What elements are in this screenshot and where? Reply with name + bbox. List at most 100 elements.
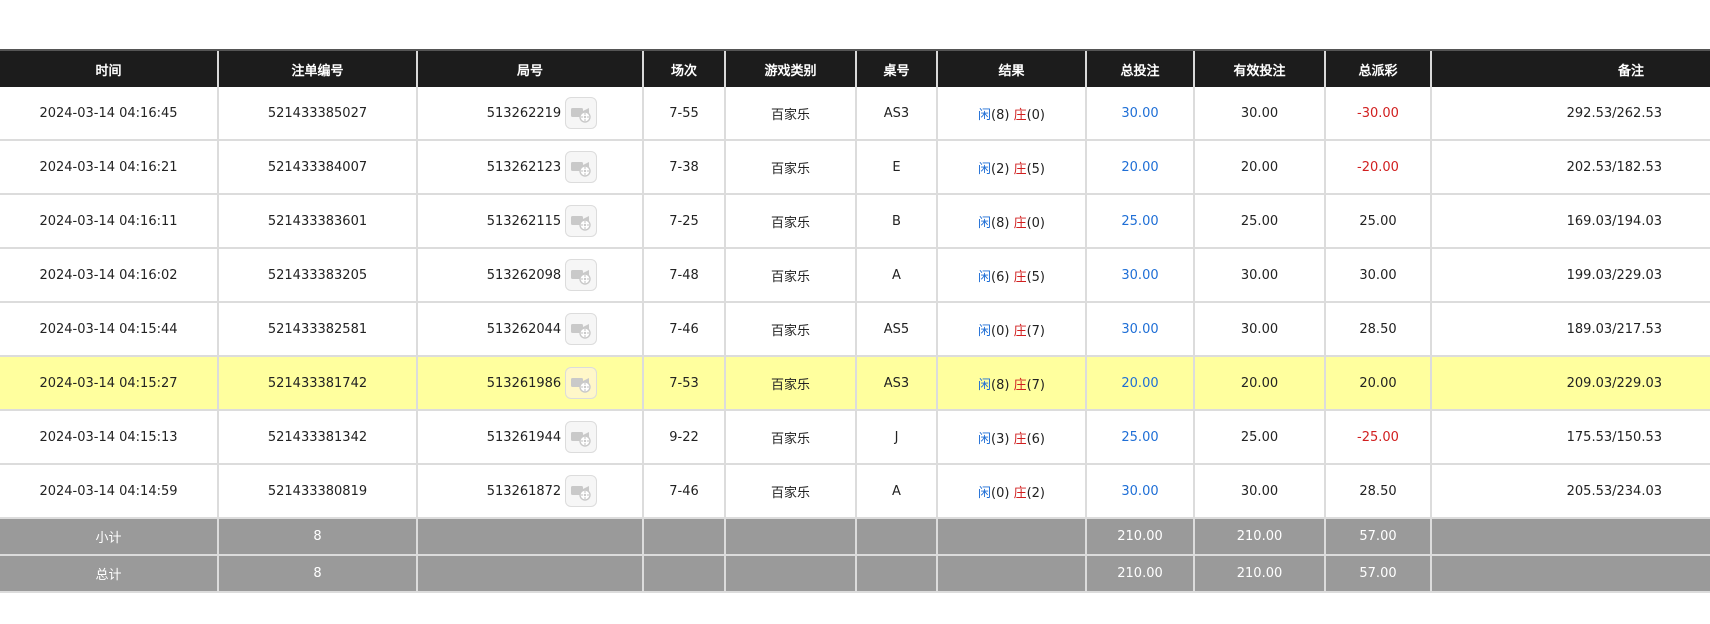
result-banker-score: (2) bbox=[1026, 485, 1045, 501]
cell-game-type: 百家乐 bbox=[724, 410, 856, 465]
result-player-score: (6) bbox=[991, 269, 1010, 285]
cell-table-no: AS3 bbox=[855, 356, 937, 411]
result-banker-label: 庄 bbox=[1013, 107, 1027, 123]
video-camera-icon[interactable] bbox=[565, 313, 598, 345]
header-round-id: 局号 bbox=[416, 49, 643, 87]
cell-result: 闲(8) 庄(7) bbox=[936, 356, 1086, 411]
header-game-type: 游戏类别 bbox=[724, 49, 856, 87]
cell-game-type: 百家乐 bbox=[724, 140, 856, 195]
table-row: 2024-03-14 04:14:59 521433380819 5132618… bbox=[0, 464, 1710, 519]
result-banker-label: 庄 bbox=[1013, 377, 1027, 393]
result-banker-score: (7) bbox=[1026, 377, 1045, 393]
result-player-score: (0) bbox=[991, 323, 1010, 339]
cell-shoe: 9-22 bbox=[642, 410, 725, 465]
cell-remark: 292.53/262.53 bbox=[1430, 87, 1710, 141]
cell-table-no: E bbox=[855, 140, 937, 195]
round-id-text: 513262098 bbox=[486, 267, 562, 283]
result-banker-label: 庄 bbox=[1013, 161, 1027, 177]
round-id-text: 513262044 bbox=[486, 321, 562, 337]
result-player-score: (8) bbox=[991, 215, 1010, 231]
cell-remark: 169.03/194.03 bbox=[1430, 194, 1710, 249]
header-table-no: 桌号 bbox=[855, 49, 937, 87]
grandtotal-row: 总计 8 210.00 210.00 57.00 bbox=[0, 555, 1710, 593]
cell-total-bet: 20.00 bbox=[1085, 356, 1194, 411]
table-row: 2024-03-14 04:16:11 521433383601 5132621… bbox=[0, 194, 1710, 249]
cell-table-no: AS5 bbox=[855, 302, 937, 357]
cell-remark: 189.03/217.53 bbox=[1430, 302, 1710, 357]
subtotal-label: 小计 bbox=[0, 518, 218, 556]
video-camera-icon[interactable] bbox=[565, 205, 598, 237]
cell-bet-id: 521433381342 bbox=[217, 410, 417, 465]
header-shoe: 场次 bbox=[642, 49, 725, 87]
video-camera-icon[interactable] bbox=[565, 97, 598, 129]
cell-total-bet: 30.00 bbox=[1085, 87, 1194, 141]
header-valid-bet: 有效投注 bbox=[1193, 49, 1325, 87]
subtotal-payout: 57.00 bbox=[1324, 518, 1431, 556]
header-result: 结果 bbox=[936, 49, 1086, 87]
result-banker-score: (0) bbox=[1026, 107, 1045, 123]
cell-bet-id: 521433381742 bbox=[217, 356, 417, 411]
video-camera-icon[interactable] bbox=[565, 367, 598, 399]
cell-valid-bet: 30.00 bbox=[1193, 248, 1325, 303]
subtotal-valid-bet: 210.00 bbox=[1193, 518, 1325, 556]
table-row: 2024-03-14 04:16:45 521433385027 5132622… bbox=[0, 87, 1710, 141]
grandtotal-empty bbox=[855, 555, 937, 593]
round-id-text: 513261872 bbox=[486, 483, 562, 499]
result-banker-score: (5) bbox=[1026, 269, 1045, 285]
cell-remark: 202.53/182.53 bbox=[1430, 140, 1710, 195]
table-row: 2024-03-14 04:15:13 521433381342 5132619… bbox=[0, 410, 1710, 465]
round-id-text: 513262123 bbox=[486, 159, 562, 175]
cell-bet-id: 521433385027 bbox=[217, 87, 417, 141]
cell-round-id: 513261986 bbox=[416, 356, 643, 411]
cell-total-bet: 25.00 bbox=[1085, 194, 1194, 249]
table-row: 2024-03-14 04:15:27 521433381742 5132619… bbox=[0, 356, 1710, 411]
grandtotal-empty bbox=[936, 555, 1086, 593]
result-banker-label: 庄 bbox=[1013, 269, 1027, 285]
result-player-label: 闲 bbox=[977, 485, 991, 501]
cell-payout: 20.00 bbox=[1324, 356, 1431, 411]
cell-remark: 205.53/234.03 bbox=[1430, 464, 1710, 519]
cell-time: 2024-03-14 04:14:59 bbox=[0, 464, 218, 519]
round-id-text: 513261986 bbox=[486, 375, 562, 391]
grandtotal-empty bbox=[642, 555, 725, 593]
cell-time: 2024-03-14 04:16:21 bbox=[0, 140, 218, 195]
subtotal-empty bbox=[642, 518, 725, 556]
result-player-label: 闲 bbox=[977, 323, 991, 339]
video-camera-icon[interactable] bbox=[565, 259, 598, 291]
cell-game-type: 百家乐 bbox=[724, 302, 856, 357]
cell-total-bet: 30.00 bbox=[1085, 248, 1194, 303]
result-player-label: 闲 bbox=[977, 431, 991, 447]
cell-payout: -25.00 bbox=[1324, 410, 1431, 465]
cell-round-id: 513262044 bbox=[416, 302, 643, 357]
video-camera-icon[interactable] bbox=[565, 421, 598, 453]
cell-total-bet: 25.00 bbox=[1085, 410, 1194, 465]
result-player-label: 闲 bbox=[977, 269, 991, 285]
cell-result: 闲(0) 庄(2) bbox=[936, 464, 1086, 519]
cell-result: 闲(0) 庄(7) bbox=[936, 302, 1086, 357]
cell-result: 闲(3) 庄(6) bbox=[936, 410, 1086, 465]
cell-valid-bet: 25.00 bbox=[1193, 410, 1325, 465]
grandtotal-empty bbox=[1430, 555, 1710, 593]
cell-table-no: J bbox=[855, 410, 937, 465]
cell-result: 闲(8) 庄(0) bbox=[936, 87, 1086, 141]
grandtotal-payout: 57.00 bbox=[1324, 555, 1431, 593]
cell-total-bet: 30.00 bbox=[1085, 302, 1194, 357]
cell-total-bet: 30.00 bbox=[1085, 464, 1194, 519]
subtotal-empty bbox=[1430, 518, 1710, 556]
cell-payout: 28.50 bbox=[1324, 302, 1431, 357]
cell-bet-id: 521433383601 bbox=[217, 194, 417, 249]
header-bet-id: 注单编号 bbox=[217, 49, 417, 87]
cell-table-no: A bbox=[855, 464, 937, 519]
cell-payout: 25.00 bbox=[1324, 194, 1431, 249]
cell-table-no: B bbox=[855, 194, 937, 249]
cell-valid-bet: 30.00 bbox=[1193, 302, 1325, 357]
video-camera-icon[interactable] bbox=[565, 475, 598, 507]
cell-remark: 199.03/229.03 bbox=[1430, 248, 1710, 303]
subtotal-empty bbox=[936, 518, 1086, 556]
cell-shoe: 7-46 bbox=[642, 464, 725, 519]
cell-bet-id: 521433383205 bbox=[217, 248, 417, 303]
result-player-score: (2) bbox=[991, 161, 1010, 177]
cell-payout: -30.00 bbox=[1324, 87, 1431, 141]
result-player-label: 闲 bbox=[977, 377, 991, 393]
video-camera-icon[interactable] bbox=[565, 151, 598, 183]
